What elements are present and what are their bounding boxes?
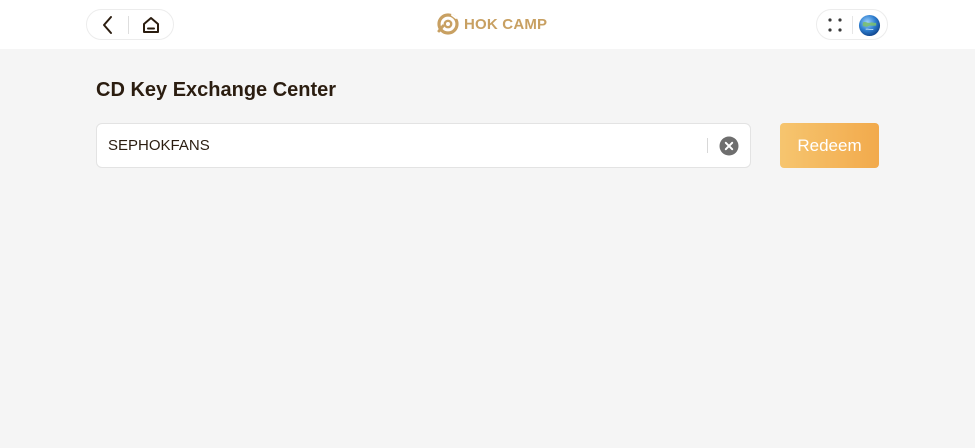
page-title: CD Key Exchange Center — [96, 79, 337, 101]
grid-dots-icon — [828, 18, 842, 32]
cd-key-field — [96, 123, 751, 168]
right-divider — [852, 16, 853, 34]
hok-camp-logo-icon — [437, 13, 459, 35]
input-cursor-divider — [707, 138, 708, 153]
brand-logo: HOK CAMP — [436, 12, 547, 36]
globe-avatar-icon — [858, 14, 881, 37]
home-icon — [143, 17, 159, 33]
nav-button-group — [86, 9, 174, 40]
nav-divider — [128, 16, 129, 34]
clear-circle-icon — [719, 136, 739, 156]
chevron-left-icon — [103, 16, 112, 34]
redeem-button[interactable]: Redeem — [780, 123, 879, 168]
cd-key-input[interactable] — [108, 124, 698, 167]
back-button[interactable] — [93, 13, 123, 37]
top-bar: HOK CAMP — [0, 0, 975, 49]
right-button-group — [816, 9, 888, 40]
brand-name: HOK CAMP — [464, 15, 548, 33]
clear-input-button[interactable] — [718, 135, 740, 157]
avatar-button[interactable] — [857, 13, 882, 38]
menu-button[interactable] — [823, 14, 847, 36]
home-button[interactable] — [136, 13, 166, 37]
